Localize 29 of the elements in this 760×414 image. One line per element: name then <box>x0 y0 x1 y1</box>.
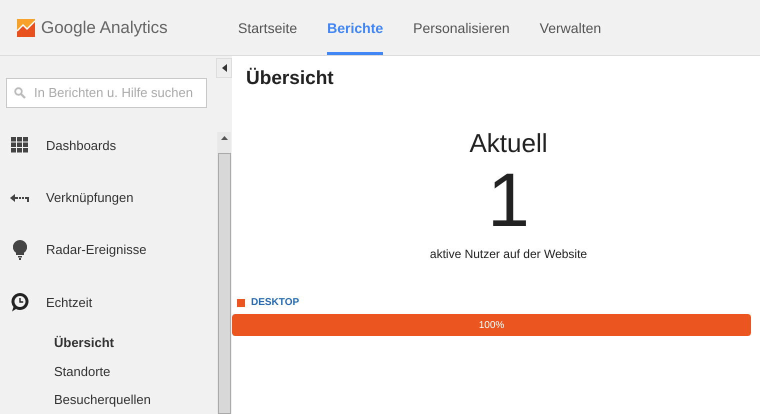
active-users-count: 1 <box>487 159 530 243</box>
caret-icon <box>222 64 226 72</box>
nav-item[interactable]: Radar-Ereignisse <box>0 224 216 276</box>
scrollbar[interactable] <box>217 132 231 414</box>
subnav-item[interactable]: Besucherquellen <box>0 385 216 414</box>
clock-icon <box>10 292 30 312</box>
lightbulb-icon <box>13 240 27 260</box>
search-field[interactable]: In Berichten u. Hilfe suchen <box>32 84 206 102</box>
nav-tab[interactable]: Verwalten <box>540 0 602 55</box>
nav-tab[interactable]: Personalisieren <box>413 0 510 55</box>
nav-item[interactable]: Verknüpfungen <box>0 171 216 224</box>
collapse-button[interactable] <box>216 58 232 78</box>
subnav-item[interactable]: Standorte <box>0 356 216 386</box>
realtime-heading: Aktuell <box>469 128 548 159</box>
nav-item[interactable]: Dashboards <box>0 119 216 172</box>
logo-text: Google Analytics <box>41 18 168 38</box>
legend-label: DESKTOP <box>251 297 300 308</box>
grid-icon <box>11 137 29 154</box>
nav-tab[interactable]: Startseite <box>238 0 298 55</box>
nav-item[interactable]: Echtzeit <box>0 276 216 328</box>
page-title: Übersicht <box>246 68 335 90</box>
subnav-item[interactable]: Übersicht <box>0 328 216 357</box>
search-box[interactable]: In Berichten u. Hilfe suchen <box>6 78 207 108</box>
logo-icon <box>17 18 35 36</box>
share-percentage: 100% <box>478 320 504 330</box>
arrow-icon <box>10 192 30 203</box>
active-users-caption: aktive Nutzer auf der Website <box>430 247 588 261</box>
search-icon <box>14 86 26 99</box>
scroll-up-icon <box>220 136 228 140</box>
